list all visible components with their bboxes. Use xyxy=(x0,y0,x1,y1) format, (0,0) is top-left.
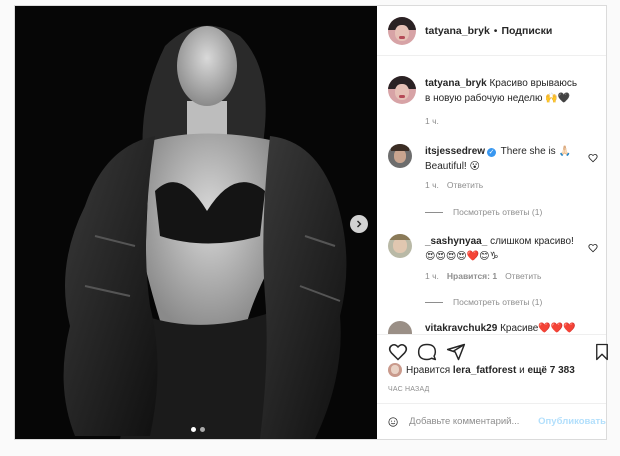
comment-body: There she is xyxy=(500,146,556,157)
likes-connector: и xyxy=(519,364,525,376)
comment-like-heart-icon[interactable] xyxy=(588,243,598,253)
next-photo-button[interactable] xyxy=(350,215,368,233)
post-card: tatyana_bryk • Подписки tatyana_bryk Кра… xyxy=(14,5,608,440)
comment-body-2: Beautiful! xyxy=(425,161,467,172)
comment-input[interactable] xyxy=(407,415,537,428)
caption-meta: 1 ч. xyxy=(425,116,439,126)
comment-avatar[interactable] xyxy=(388,234,412,258)
carousel-dots xyxy=(191,427,205,432)
view-replies-label: Посмотреть ответы (1) xyxy=(453,297,543,307)
likes-summary: Нравится lera_fatforest и ещё 7 383 xyxy=(388,363,575,377)
comment-body: Красиве xyxy=(500,323,539,334)
view-replies-label: Посмотреть ответы (1) xyxy=(453,207,543,217)
caption-emoji: 🙌🖤 xyxy=(545,93,571,104)
verified-icon: ✓ xyxy=(487,148,497,157)
follow-status-button[interactable]: Подписки xyxy=(501,25,552,37)
post-time-ago[interactable]: ЧАС НАЗАД xyxy=(388,386,430,393)
comment-time[interactable]: 1 ч. xyxy=(425,271,439,281)
chevron-right-icon xyxy=(357,220,362,228)
comment-username[interactable]: vitakravchuk29 xyxy=(425,323,497,334)
comment-reply-button[interactable]: Ответить xyxy=(447,180,483,190)
comment-emoji: ❤️❤️❤️ xyxy=(538,323,576,334)
post-header: tatyana_bryk • Подписки xyxy=(377,6,606,56)
comments-list[interactable]: tatyana_bryk Красиво врываюсь в новую ра… xyxy=(377,57,606,334)
view-replies-button[interactable]: Посмотреть ответы (1) xyxy=(425,297,542,307)
comment-username[interactable]: _sashynyaa_ xyxy=(425,236,487,247)
caption-time[interactable]: 1 ч. xyxy=(425,116,439,126)
model-photo-image xyxy=(15,6,377,439)
comment-reply-button[interactable]: Ответить xyxy=(505,271,541,281)
caption-avatar[interactable] xyxy=(388,76,416,104)
share-icon[interactable] xyxy=(446,342,466,362)
comment-emoji: 😍😍😍😍❤️😊♑ xyxy=(425,251,499,262)
comment-text: itsjessedrew ✓ There she is 🙏🏻 Beautiful!… xyxy=(425,144,585,174)
post-side-panel: tatyana_bryk • Подписки tatyana_bryk Кра… xyxy=(377,6,608,439)
emoji-icon[interactable] xyxy=(388,413,398,431)
caption-username[interactable]: tatyana_bryk xyxy=(425,78,487,89)
header-separator: • xyxy=(493,24,498,37)
liker-username[interactable]: lera_fatforest xyxy=(453,365,516,376)
comment-username[interactable]: itsjessedrew xyxy=(425,146,485,157)
comment-emoji-2: 😮 xyxy=(469,161,480,172)
comment-text: vitakravchuk29 Красиве❤️❤️❤️ xyxy=(425,321,585,334)
carousel-dot-active xyxy=(191,427,196,432)
publish-button[interactable]: Опубликовать xyxy=(538,416,606,427)
comment-like-heart-icon[interactable] xyxy=(588,153,598,163)
comment-likes-count[interactable]: Нравится: 1 xyxy=(447,271,497,281)
comment-meta: 1 ч. Нравится: 1 Ответить xyxy=(425,271,541,281)
comment-text: _sashynyaa_ слишком красиво! 😍😍😍😍❤️😊♑ xyxy=(425,234,585,264)
comment-avatar[interactable] xyxy=(388,144,412,168)
post-actions xyxy=(377,334,608,365)
author-avatar[interactable] xyxy=(388,16,416,45)
comment-time[interactable]: 1 ч. xyxy=(425,180,439,190)
author-username[interactable]: tatyana_bryk xyxy=(425,25,490,37)
comment-meta: 1 ч. Ответить xyxy=(425,180,483,190)
liker-avatar[interactable] xyxy=(388,363,402,377)
comment-icon[interactable] xyxy=(417,342,437,362)
view-replies-button[interactable]: Посмотреть ответы (1) xyxy=(425,207,542,217)
caption-text: tatyana_bryk Красиво врываюсь в новую ра… xyxy=(425,76,585,106)
carousel-dot xyxy=(200,427,205,432)
heart-icon[interactable] xyxy=(388,342,408,362)
likes-prefix: Нравится xyxy=(406,364,451,376)
bookmark-icon[interactable] xyxy=(593,342,611,362)
comment-avatar[interactable] xyxy=(388,321,412,334)
add-comment-bar: Опубликовать xyxy=(377,403,606,439)
post-photo[interactable] xyxy=(15,6,377,439)
comment-emoji: 🙏🏻 xyxy=(558,146,571,157)
likes-others-count[interactable]: ещё 7 383 xyxy=(527,365,574,376)
comment-body: слишком красиво! xyxy=(490,236,574,247)
